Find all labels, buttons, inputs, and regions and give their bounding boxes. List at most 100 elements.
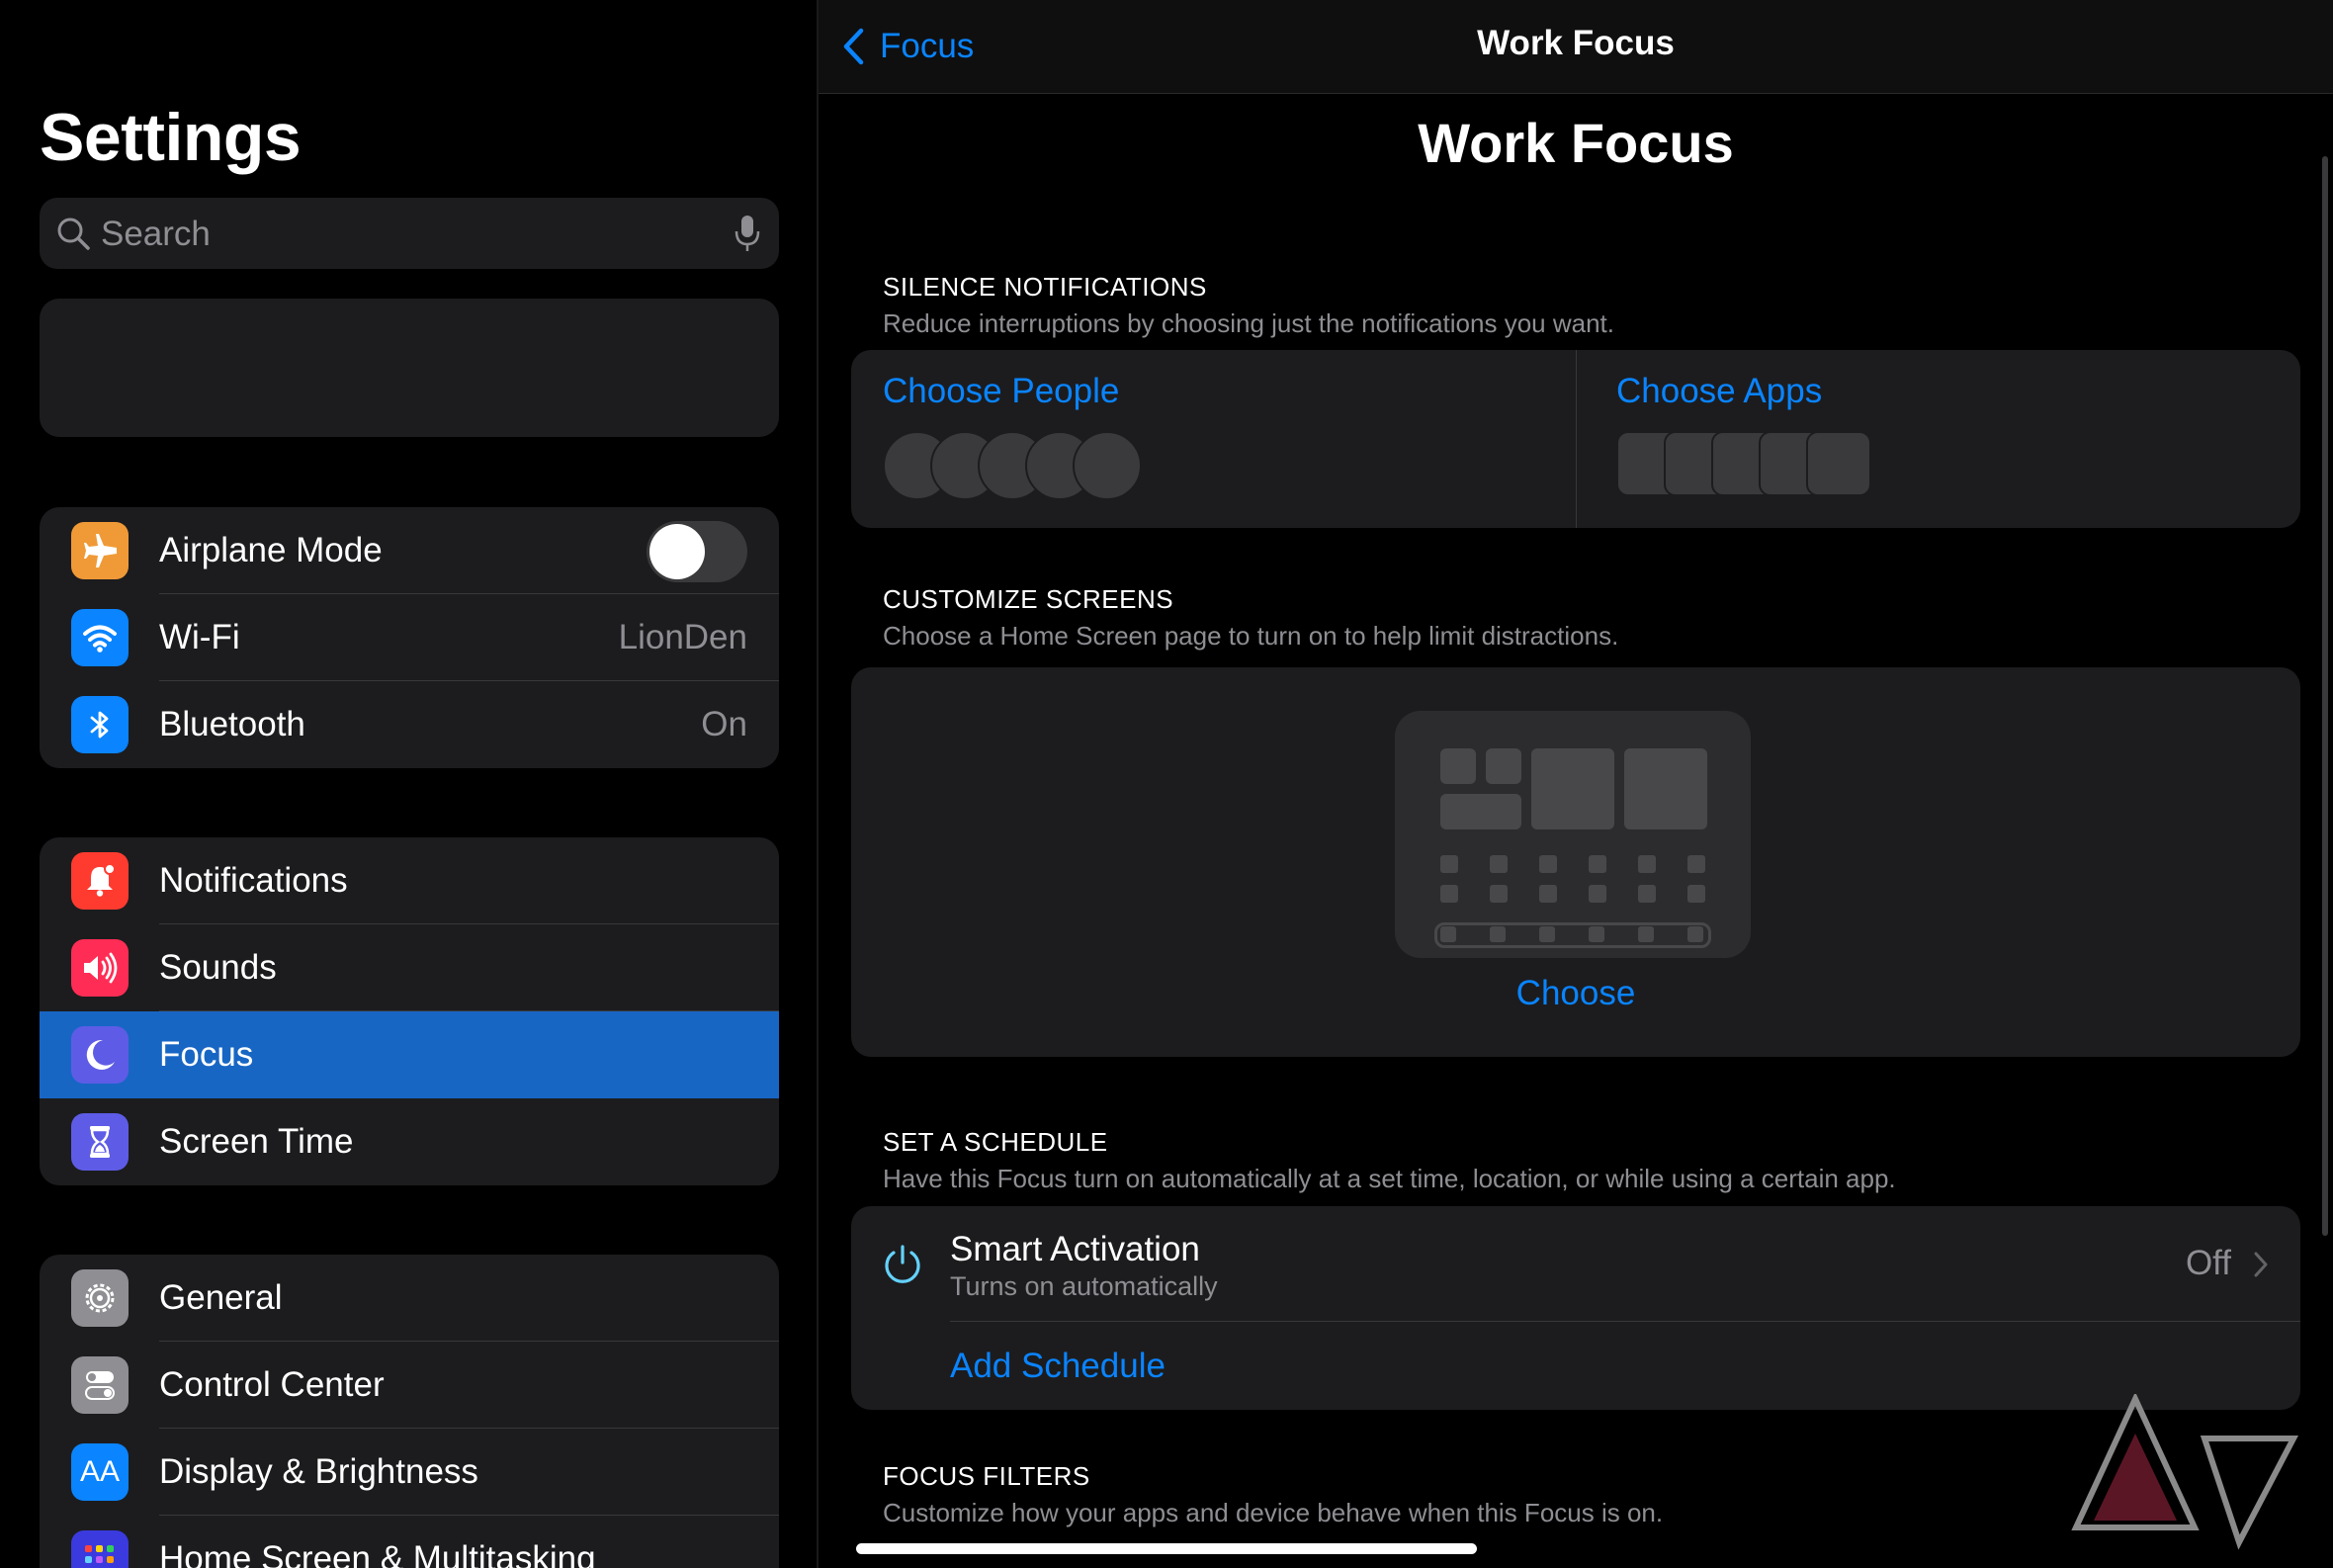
dock-dot-placeholder (1687, 926, 1703, 942)
widget-placeholder (1624, 748, 1707, 829)
dock-dot-placeholder (1539, 926, 1555, 942)
widget-placeholder (1531, 748, 1614, 829)
allowed-notifications-card: Choose People Choose Apps (851, 350, 2300, 528)
mic-icon[interactable] (734, 214, 761, 253)
silence-notifications-subtitle: Reduce interruptions by choosing just th… (883, 308, 1614, 338)
toggle-knob (649, 524, 705, 579)
app-dot-placeholder (1539, 885, 1557, 903)
choose-apps-button[interactable]: Choose Apps (1577, 350, 2300, 528)
search-placeholder: Search (101, 215, 211, 253)
smart-activation-value: Off (2185, 1244, 2231, 1282)
sidebar-item-label: Home Screen & Multitasking (159, 1539, 596, 1568)
app-dot-placeholder (1687, 855, 1705, 873)
sidebar-item-label: Airplane Mode (159, 531, 383, 569)
dock-dot-placeholder (1440, 926, 1456, 942)
moon-icon (71, 1026, 129, 1084)
system-group: General Control Center AA Display & Brig… (40, 1255, 779, 1568)
row-separator (950, 1321, 2300, 1322)
sidebar-item-label: Control Center (159, 1365, 385, 1404)
app-dot-placeholder (1687, 885, 1705, 903)
sidebar-item-airplane-mode[interactable]: Airplane Mode (40, 507, 779, 594)
app-dot-placeholder (1589, 855, 1606, 873)
settings-sidebar: Settings Search Airplane Mode Wi-Fi Lion… (0, 0, 817, 1568)
bluetooth-icon (71, 696, 129, 753)
sidebar-item-label: Notifications (159, 861, 348, 900)
focus-filters-header: FOCUS FILTERS (883, 1461, 1090, 1491)
airplane-icon (71, 522, 129, 579)
sidebar-item-label: Focus (159, 1035, 254, 1074)
customize-screens-header: CUSTOMIZE SCREENS (883, 584, 1174, 614)
sidebar-item-focus[interactable]: Focus (40, 1011, 779, 1098)
silence-notifications-header: SILENCE NOTIFICATIONS (883, 272, 1207, 302)
app-dot-placeholder (1638, 855, 1656, 873)
customize-screens-subtitle: Choose a Home Screen page to turn on to … (883, 621, 1619, 651)
app-dot-placeholder (1440, 885, 1458, 903)
bell-icon (71, 852, 129, 910)
sidebar-item-label: Display & Brightness (159, 1452, 478, 1491)
sidebar-item-label: Bluetooth (159, 705, 305, 743)
attention-group: Notifications Sounds Focus Screen Time (40, 837, 779, 1185)
sidebar-item-display-brightness[interactable]: AA Display & Brightness (40, 1429, 779, 1516)
sidebar-item-screen-time[interactable]: Screen Time (40, 1098, 779, 1185)
app-dot-placeholder (1589, 885, 1606, 903)
choose-people-button[interactable]: Choose People (851, 350, 1576, 528)
home-indicator[interactable] (856, 1543, 1477, 1554)
customize-screens-card: Choose (851, 667, 2300, 1057)
switches-icon (71, 1356, 129, 1414)
sidebar-item-general[interactable]: General (40, 1255, 779, 1342)
navigation-bar: Focus Work Focus (819, 0, 2333, 94)
choose-apps-label: Choose Apps (1616, 372, 1823, 410)
smart-activation-subtitle: Turns on automatically (950, 1271, 1218, 1301)
widget-placeholder (1486, 748, 1521, 784)
schedule-subtitle: Have this Focus turn on automatically at… (883, 1164, 1896, 1193)
sidebar-item-label: Sounds (159, 948, 277, 987)
airplane-mode-toggle[interactable] (647, 521, 747, 582)
sidebar-item-bluetooth[interactable]: Bluetooth On (40, 681, 779, 768)
search-field[interactable]: Search (40, 198, 779, 269)
power-icon (885, 1245, 920, 1283)
magnifier-icon (57, 218, 90, 250)
gear-icon (71, 1269, 129, 1327)
sidebar-item-home-screen[interactable]: Home Screen & Multitasking (40, 1516, 779, 1568)
dock-dot-placeholder (1589, 926, 1604, 942)
app-dot-placeholder (1490, 885, 1508, 903)
sidebar-item-label: General (159, 1278, 283, 1317)
sidebar-item-label: Wi-Fi (159, 618, 240, 656)
person-avatar-placeholder (1073, 431, 1142, 500)
wifi-network-value: LionDen (618, 618, 747, 656)
account-card[interactable] (40, 299, 779, 437)
add-schedule-button[interactable]: Add Schedule (950, 1347, 1166, 1386)
app-dot-placeholder (1490, 855, 1508, 873)
sidebar-item-control-center[interactable]: Control Center (40, 1342, 779, 1429)
page-title: Work Focus (1418, 112, 1734, 174)
sidebar-item-label: Screen Time (159, 1122, 354, 1161)
dock-dot-placeholder (1490, 926, 1506, 942)
sidebar-item-notifications[interactable]: Notifications (40, 837, 779, 924)
text-size-icon: AA (71, 1443, 129, 1501)
app-icon-placeholder (1806, 431, 1871, 496)
app-dot-placeholder (1638, 885, 1656, 903)
sidebar-item-wifi[interactable]: Wi-Fi LionDen (40, 594, 779, 681)
connectivity-group: Airplane Mode Wi-Fi LionDen Bluetooth On (40, 507, 779, 768)
app-grid-icon (71, 1530, 129, 1568)
speaker-icon (71, 939, 129, 997)
widget-placeholder (1440, 794, 1521, 829)
smart-activation-row[interactable]: Smart Activation Turns on automatically … (851, 1206, 2300, 1322)
widget-placeholder (1440, 748, 1476, 784)
smart-activation-title: Smart Activation (950, 1230, 1200, 1268)
sidebar-title: Settings (40, 100, 302, 175)
dock-placeholder (1434, 922, 1711, 948)
chevron-right-icon (2254, 1252, 2268, 1277)
wifi-icon (71, 609, 129, 666)
dock-dot-placeholder (1638, 926, 1654, 942)
app-dot-placeholder (1440, 855, 1458, 873)
choose-screen-button[interactable]: Choose (851, 974, 2300, 1013)
watermark-logo-icon (2071, 1394, 2298, 1550)
focus-filters-subtitle: Customize how your apps and device behav… (883, 1498, 1664, 1527)
detail-pane: Work Focus SILENCE NOTIFICATIONS Reduce … (819, 0, 2333, 1568)
nav-title: Work Focus (1477, 24, 1675, 62)
scrollbar[interactable] (2322, 156, 2328, 1236)
bluetooth-status-value: On (701, 705, 747, 743)
sidebar-item-sounds[interactable]: Sounds (40, 924, 779, 1011)
home-screen-preview[interactable] (1395, 711, 1751, 958)
